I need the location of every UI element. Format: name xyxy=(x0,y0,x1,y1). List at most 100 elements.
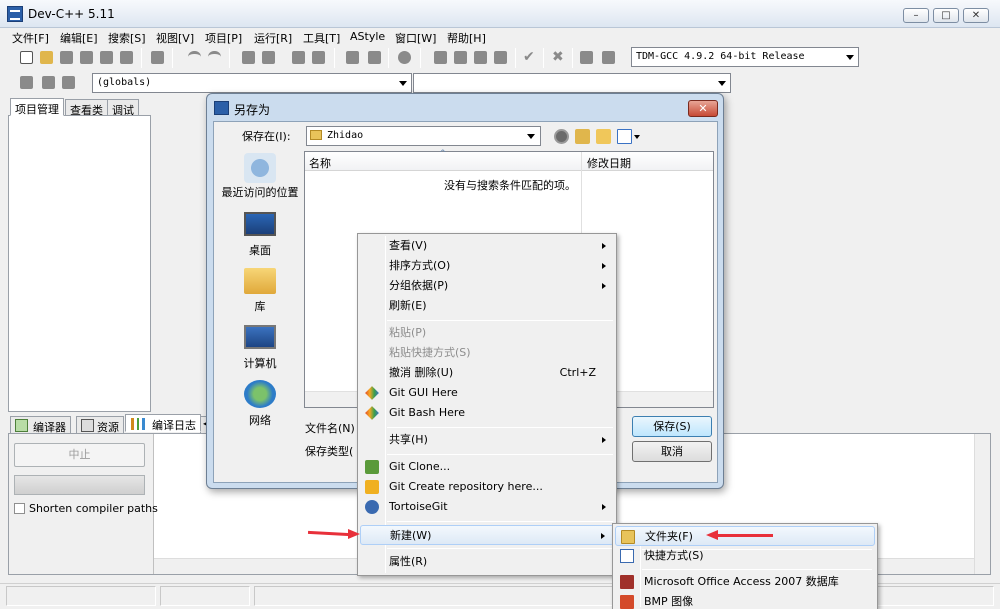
view-menu-icon[interactable] xyxy=(617,129,632,144)
symbol-select[interactable] xyxy=(413,73,731,93)
menu-separator xyxy=(387,521,613,522)
menu-item-git-clone[interactable]: Git Clone... xyxy=(360,457,614,477)
menu-window[interactable]: 窗口[W] xyxy=(395,30,436,46)
menu-item-paste[interactable]: 粘贴(P) xyxy=(360,323,614,343)
open-file-icon[interactable] xyxy=(38,49,55,66)
delete-profile-icon[interactable] xyxy=(600,49,617,66)
back-icon[interactable] xyxy=(554,129,569,144)
menu-item-undo-delete[interactable]: 撤消 删除(U) Ctrl+Z xyxy=(360,363,614,383)
profile-icon[interactable] xyxy=(578,49,595,66)
save-icon[interactable] xyxy=(58,49,75,66)
menu-item-refresh[interactable]: 刷新(E) xyxy=(360,296,614,316)
insert-icon[interactable] xyxy=(18,74,35,91)
log-vertical-scrollbar[interactable] xyxy=(974,434,990,574)
menu-item-new[interactable]: 新建(W) xyxy=(360,525,614,545)
submenu-arrow-icon xyxy=(602,283,606,289)
menu-item-new-bmp[interactable]: BMP 图像 xyxy=(615,592,875,609)
remove-from-project-icon[interactable] xyxy=(366,49,383,66)
shorten-paths-checkbox[interactable] xyxy=(14,503,25,514)
git-bash-icon xyxy=(365,406,379,420)
new-folder-icon[interactable] xyxy=(596,129,611,144)
sort-arrow-icon: ^ xyxy=(439,149,447,159)
chevron-down-icon xyxy=(846,55,854,60)
menu-item-new-access-db[interactable]: Microsoft Office Access 2007 数据库 xyxy=(615,572,875,592)
column-date-modified[interactable]: 修改日期 xyxy=(587,155,631,171)
save-in-select[interactable]: Zhidao xyxy=(306,126,541,146)
access-db-icon xyxy=(620,575,634,589)
menu-help[interactable]: 帮助[H] xyxy=(447,30,486,46)
toggle-bookmark-icon[interactable] xyxy=(40,74,57,91)
tab-resources[interactable]: 资源 xyxy=(76,416,124,434)
chevron-down-icon xyxy=(634,135,640,139)
close-file-icon[interactable] xyxy=(98,49,115,66)
menu-search[interactable]: 搜索[S] xyxy=(108,30,146,46)
close-all-icon[interactable] xyxy=(118,49,135,66)
place-desktop[interactable]: 桌面 xyxy=(218,212,302,262)
menu-astyle[interactable]: AStyle xyxy=(350,30,385,43)
place-network[interactable]: 网络 xyxy=(218,380,302,430)
goto-line-icon[interactable] xyxy=(310,49,327,66)
check-syntax-icon[interactable]: ✔ xyxy=(521,49,538,66)
maximize-button[interactable]: □ xyxy=(933,8,959,23)
menu-item-properties[interactable]: 属性(R) xyxy=(360,552,614,572)
menu-item-share[interactable]: 共享(H) xyxy=(360,430,614,450)
tab-compile-log[interactable]: 编译日志 xyxy=(125,414,201,432)
menu-item-label: TortoiseGit xyxy=(389,500,448,513)
tab-project[interactable]: 项目管理 xyxy=(10,98,64,116)
print-icon[interactable] xyxy=(149,49,166,66)
menu-run[interactable]: 运行[R] xyxy=(254,30,292,46)
minimize-button[interactable]: – xyxy=(903,8,929,23)
menu-item-tortoisegit[interactable]: TortoiseGit xyxy=(360,497,614,517)
replace-icon[interactable] xyxy=(260,49,277,66)
dialog-close-button[interactable]: ✕ xyxy=(688,100,718,117)
network-icon xyxy=(244,380,276,408)
cancel-button[interactable]: 取消 xyxy=(632,441,712,462)
menu-item-new-shortcut[interactable]: 快捷方式(S) xyxy=(615,546,875,566)
compile-run-icon[interactable] xyxy=(472,49,489,66)
compile-icon[interactable] xyxy=(432,49,449,66)
save-all-icon[interactable] xyxy=(78,49,95,66)
place-recent-label: 最近访问的位置 xyxy=(221,186,299,199)
close-button[interactable]: ✕ xyxy=(963,8,989,23)
menu-item-git-gui[interactable]: Git GUI Here xyxy=(360,383,614,403)
new-file-icon[interactable] xyxy=(18,49,35,66)
project-options-icon[interactable] xyxy=(396,49,413,66)
menu-item-paste-shortcut[interactable]: 粘贴快捷方式(S) xyxy=(360,343,614,363)
place-recent[interactable]: 最近访问的位置 xyxy=(218,150,302,200)
up-folder-icon[interactable] xyxy=(575,129,590,144)
menu-item-view[interactable]: 查看(V) xyxy=(360,236,614,256)
find-next-icon[interactable] xyxy=(290,49,307,66)
redo-icon[interactable] xyxy=(206,49,223,66)
menu-item-git-bash[interactable]: Git Bash Here xyxy=(360,403,614,423)
menu-project[interactable]: 项目[P] xyxy=(205,30,242,46)
menu-item-group-by[interactable]: 分组依据(P) xyxy=(360,276,614,296)
undo-icon[interactable] xyxy=(186,49,203,66)
rebuild-icon[interactable] xyxy=(492,49,509,66)
scope-select-value: (globals) xyxy=(97,77,152,88)
scope-select[interactable]: (globals) xyxy=(92,73,412,93)
place-computer[interactable]: 计算机 xyxy=(218,325,302,375)
save-in-label: 保存在(I): xyxy=(242,130,291,143)
menu-item-shortcut: Ctrl+Z xyxy=(559,366,596,379)
save-button[interactable]: 保存(S) xyxy=(632,416,712,437)
menu-item-git-create-repo[interactable]: Git Create repository here... xyxy=(360,477,614,497)
menu-file[interactable]: 文件[F] xyxy=(12,30,49,46)
abort-button[interactable]: 中止 xyxy=(14,443,145,467)
computer-icon xyxy=(244,325,276,349)
place-libraries[interactable]: 库 xyxy=(218,268,302,318)
stop-execution-icon[interactable]: ✖ xyxy=(550,49,567,66)
add-to-project-icon[interactable] xyxy=(344,49,361,66)
menu-view[interactable]: 视图[V] xyxy=(156,30,194,46)
compiler-select[interactable]: TDM-GCC 4.9.2 64-bit Release xyxy=(631,47,859,67)
column-name[interactable]: 名称 xyxy=(309,155,331,171)
run-icon[interactable] xyxy=(452,49,469,66)
find-icon[interactable] xyxy=(240,49,257,66)
goto-bookmark-icon[interactable] xyxy=(60,74,77,91)
menu-edit[interactable]: 编辑[E] xyxy=(60,30,98,46)
menu-item-sort-by[interactable]: 排序方式(O) xyxy=(360,256,614,276)
menu-tools[interactable]: 工具[T] xyxy=(303,30,340,46)
project-tree[interactable] xyxy=(8,115,151,412)
tab-compiler[interactable]: 编译器 xyxy=(10,416,71,434)
git-gui-icon xyxy=(365,386,379,400)
shortcut-icon xyxy=(620,549,634,563)
